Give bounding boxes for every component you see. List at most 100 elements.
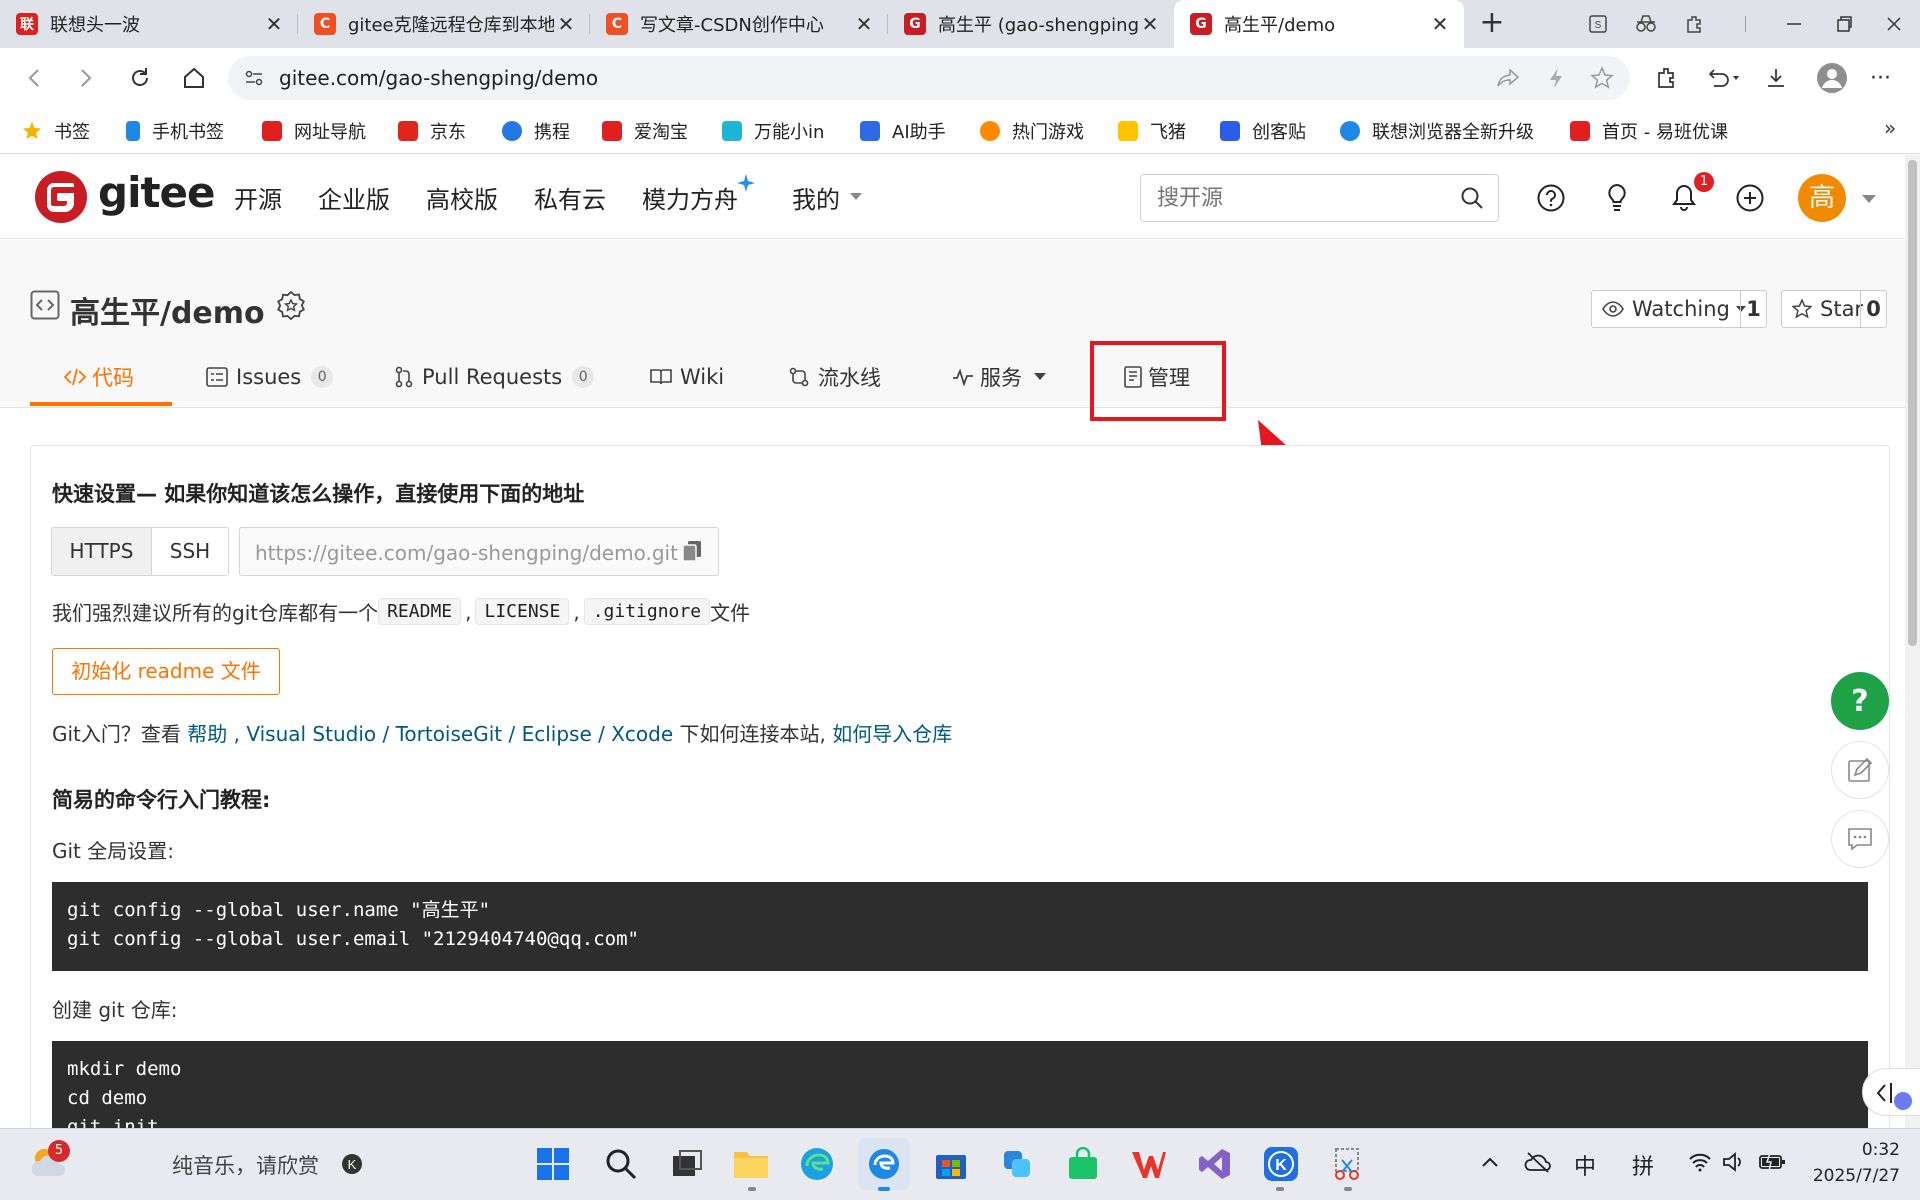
star-button[interactable]: Star 0 (1781, 290, 1887, 328)
help-fab[interactable]: ? (1831, 672, 1889, 730)
watch-button[interactable]: Watching 1 (1591, 290, 1767, 328)
close-icon[interactable]: ✕ (852, 12, 876, 36)
recommend-badge-icon[interactable] (276, 290, 306, 322)
clone-url-field[interactable]: https://gitee.com/gao-shengping/demo.git (239, 527, 719, 576)
nav-mine[interactable]: 我的 (792, 180, 840, 215)
nav-enterprise[interactable]: 企业版 (318, 180, 390, 215)
start-icon[interactable] (532, 1143, 574, 1185)
gitee-logo-icon[interactable] (34, 170, 88, 224)
visual-studio-link[interactable]: Visual Studio (246, 722, 376, 746)
search-icon[interactable] (1460, 186, 1484, 210)
reload-icon[interactable] (120, 58, 160, 98)
copilot-app-icon[interactable] (996, 1143, 1038, 1185)
k-app-icon[interactable]: K (1260, 1143, 1302, 1185)
volume-icon[interactable] (1722, 1152, 1746, 1172)
bookmark-item[interactable]: 京东 (398, 115, 466, 147)
close-icon[interactable]: ✕ (262, 12, 286, 36)
browser-tab[interactable]: G 高生平 (gao-shengping) ✕ (888, 0, 1174, 48)
feedback-fab[interactable] (1831, 810, 1889, 868)
tray-overflow-icon[interactable] (1480, 1152, 1500, 1172)
tab-issues[interactable]: Issues 0 (206, 362, 334, 392)
profile-icon[interactable] (1816, 62, 1848, 94)
music-widget-text[interactable]: 纯音乐，请欣赏 (172, 1150, 319, 1180)
url-text[interactable]: gitee.com/gao-shengping/demo (279, 66, 598, 90)
ssh-button[interactable]: SSH (152, 528, 228, 575)
bookmark-item[interactable]: 热门游戏 (980, 115, 1084, 147)
bookmark-item[interactable]: 网址导航 (262, 115, 366, 147)
search-icon[interactable] (600, 1143, 642, 1185)
browser-tab-active[interactable]: G 高生平/demo ✕ (1174, 0, 1464, 48)
battery-icon[interactable] (1758, 1152, 1786, 1172)
file-explorer-icon[interactable] (730, 1143, 772, 1185)
bookmark-item[interactable]: 爱淘宝 (602, 115, 688, 147)
bookmark-item[interactable]: 书签 (22, 115, 90, 147)
kugou-icon[interactable]: K (340, 1152, 364, 1176)
back-icon[interactable] (14, 58, 54, 98)
forward-icon[interactable] (66, 58, 106, 98)
maximize-icon[interactable] (1820, 0, 1868, 48)
wifi-icon[interactable] (1688, 1152, 1712, 1172)
download-icon[interactable] (1764, 66, 1788, 90)
site-info-icon[interactable] (244, 68, 264, 88)
nav-private-cloud[interactable]: 私有云 (534, 180, 606, 215)
copy-icon[interactable] (682, 540, 702, 562)
extensions-icon[interactable] (1670, 0, 1718, 48)
cloud-sync-icon[interactable] (1524, 1150, 1552, 1174)
tortoisegit-link[interactable]: TortoiseGit (396, 722, 503, 746)
import-repo-link[interactable]: 如何导入仓库 (832, 722, 952, 746)
create-plus-icon[interactable] (1730, 178, 1770, 218)
scrollbar-thumb[interactable] (1908, 160, 1917, 646)
nav-moli[interactable]: 模力方舟 (642, 180, 738, 215)
xcode-link[interactable]: Xcode (611, 722, 673, 746)
browser-tab[interactable]: C gitee克隆远程仓库到本地 ✕ (298, 0, 590, 48)
bookmark-item[interactable]: 飞猪 (1118, 115, 1186, 147)
tab-pipeline[interactable]: 流水线 (788, 362, 881, 392)
task-view-icon[interactable] (666, 1143, 708, 1185)
bookmark-item[interactable]: AI助手 (860, 115, 946, 147)
close-icon[interactable]: ✕ (1428, 12, 1452, 36)
bookmark-item[interactable]: 创客贴 (1220, 115, 1306, 147)
share-icon[interactable] (1496, 67, 1520, 89)
bookmark-item[interactable]: 万能小in (722, 115, 824, 147)
https-button[interactable]: HTTPS (52, 528, 152, 575)
clone-url-text[interactable]: https://gitee.com/gao-shengping/demo.git (255, 541, 678, 565)
window-close-icon[interactable] (1870, 0, 1918, 48)
side-panel-toggle[interactable] (1862, 1068, 1920, 1116)
avatar[interactable]: 高 (1798, 174, 1846, 222)
lightning-icon[interactable] (1546, 66, 1566, 90)
search-input[interactable] (1157, 185, 1437, 211)
nav-opensource[interactable]: 开源 (234, 180, 282, 215)
bookmark-item[interactable]: 首页 - 易班优课 (1570, 115, 1728, 147)
favorite-star-icon[interactable] (1590, 66, 1614, 90)
lightbulb-icon[interactable] (1597, 178, 1637, 218)
ime-pinyin-indicator[interactable]: 拼 (1632, 1149, 1654, 1181)
bookmark-item[interactable]: 联想浏览器全新升级 (1340, 115, 1534, 147)
sidebar-toggle-icon[interactable]: S (1574, 0, 1622, 48)
lenovo-browser-icon[interactable] (858, 1138, 910, 1190)
undo-dropdown-icon[interactable] (1706, 66, 1742, 90)
global-config-codeblock[interactable]: git config --global user.name "高生平" git … (52, 882, 1868, 971)
extension-icon[interactable] (1654, 66, 1678, 90)
browser-tab[interactable]: C 写文章-CSDN创作中心 ✕ (590, 0, 888, 48)
more-menu-icon[interactable]: ··· (1870, 66, 1891, 91)
repo-title[interactable]: 高生平/demo (70, 288, 265, 332)
tab-code[interactable]: 代码 (64, 362, 134, 392)
microsoft-store-icon[interactable] (930, 1143, 972, 1185)
visual-studio-icon[interactable] (1194, 1143, 1236, 1185)
create-repo-codeblock[interactable]: mkdir demo cd demo git init (52, 1041, 1868, 1128)
search-box[interactable] (1140, 174, 1499, 222)
browser-tab[interactable]: 联 联想头一波 ✕ (0, 0, 298, 48)
shopping-bag-icon[interactable] (1062, 1143, 1104, 1185)
bookmark-item[interactable]: 手机书签 (126, 115, 224, 147)
edge-icon[interactable] (796, 1143, 838, 1185)
incognito-icon[interactable] (1622, 0, 1670, 48)
gitee-logo-text[interactable]: gitee (98, 168, 216, 217)
tab-services[interactable]: 服务 (952, 362, 1046, 392)
init-readme-button[interactable]: 初始化 readme 文件 (52, 648, 280, 695)
new-tab-button[interactable]: + (1476, 8, 1508, 40)
home-icon[interactable] (174, 58, 214, 98)
tab-wiki[interactable]: Wiki (650, 362, 724, 392)
edit-fab[interactable] (1831, 741, 1889, 799)
bookmarks-overflow-button[interactable]: » (1884, 116, 1896, 140)
wps-icon[interactable] (1128, 1143, 1170, 1185)
